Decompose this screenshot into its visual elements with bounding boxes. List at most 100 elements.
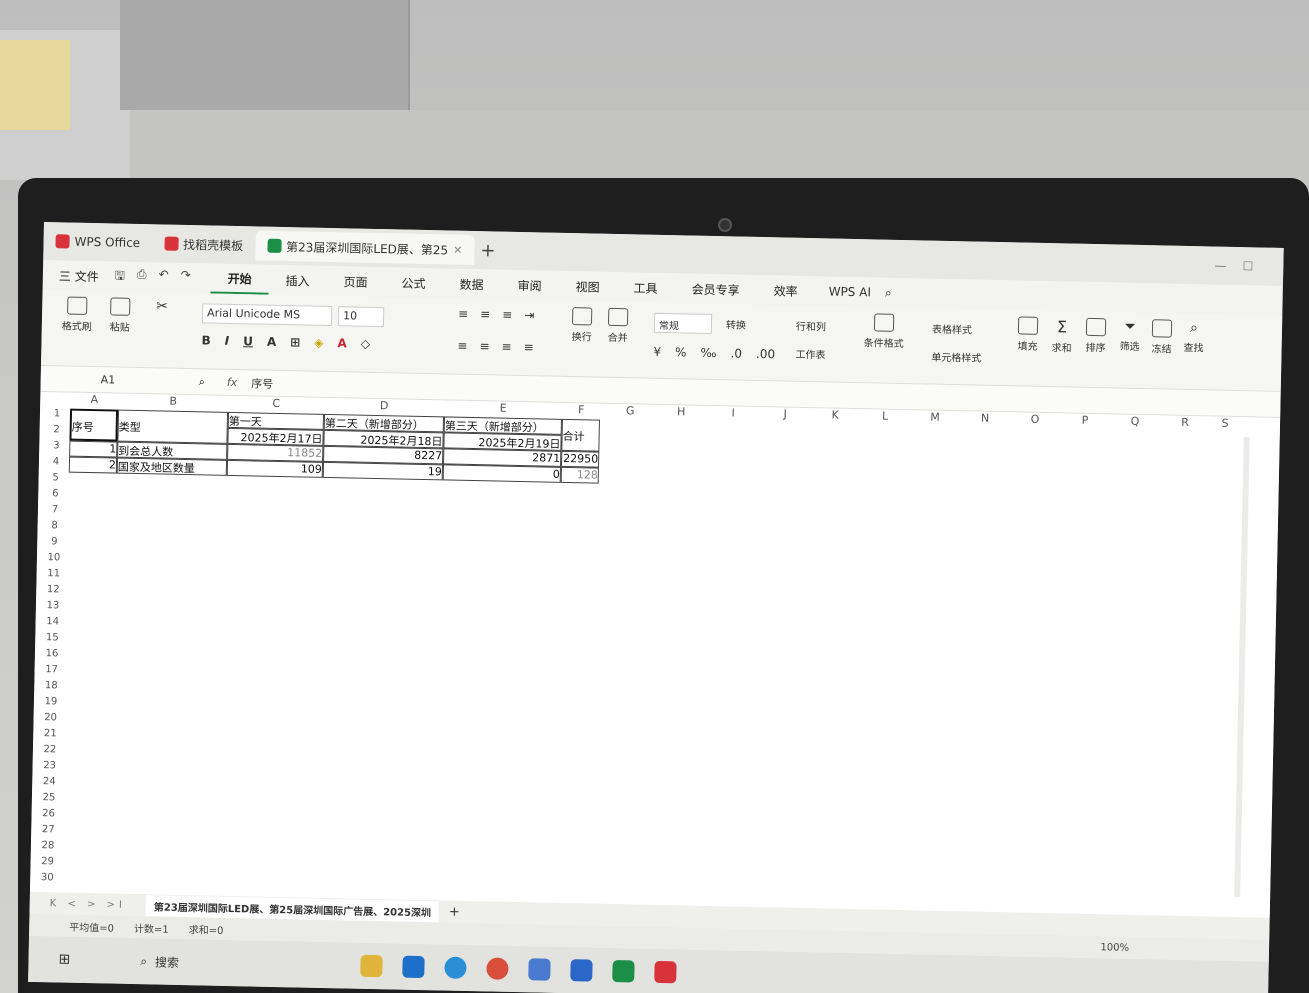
row-header[interactable]: 17 xyxy=(45,664,59,675)
justify-icon[interactable]: ≡ xyxy=(524,340,534,354)
underline-icon[interactable]: U xyxy=(243,334,253,348)
column-header[interactable]: Q xyxy=(1110,414,1160,431)
cell-c2[interactable]: 2025年2月17日 xyxy=(227,427,324,446)
zoom-level[interactable]: 100% xyxy=(1100,942,1269,957)
undo-icon[interactable]: ↶ xyxy=(158,267,168,288)
fill-color-icon[interactable]: ◈ xyxy=(314,336,324,350)
sum-button[interactable]: Σ 求和 xyxy=(1051,317,1072,354)
row-header[interactable]: 6 xyxy=(48,488,62,499)
row-header[interactable]: 27 xyxy=(41,824,55,835)
row-header[interactable]: 16 xyxy=(45,648,59,659)
align-top-icon[interactable]: ≡ xyxy=(458,307,468,321)
row-header[interactable]: 3 xyxy=(49,440,63,451)
align-right-icon[interactable]: ≡ xyxy=(501,340,511,354)
borders-icon[interactable]: ⊞ xyxy=(290,335,300,349)
thousands-icon[interactable]: ‰ xyxy=(700,346,716,360)
cell-style-button[interactable]: 单元格样式 xyxy=(931,349,981,365)
column-header[interactable]: S xyxy=(1210,416,1240,433)
row-header[interactable]: 26 xyxy=(41,808,55,819)
row-header[interactable]: 19 xyxy=(44,696,58,707)
fx-icon[interactable]: fx xyxy=(213,376,252,390)
column-header[interactable]: L xyxy=(860,409,910,426)
find-button[interactable]: ⌕ 查找 xyxy=(1183,320,1204,354)
format-painter-button[interactable]: 格式刷 xyxy=(62,296,93,333)
cell-c4[interactable]: 109 xyxy=(226,459,324,478)
row-header[interactable]: 23 xyxy=(43,760,57,771)
tab-page[interactable]: 页面 xyxy=(326,266,385,297)
cell-a1[interactable]: 序号 xyxy=(69,408,119,442)
decrease-decimal-icon[interactable]: .00 xyxy=(756,347,775,361)
clear-format-icon[interactable]: ◇ xyxy=(361,337,371,351)
row-header[interactable]: 14 xyxy=(46,616,60,627)
tab-formulas[interactable]: 公式 xyxy=(384,267,443,298)
align-left-icon[interactable]: ≡ xyxy=(457,339,467,353)
row-header[interactable]: 28 xyxy=(41,840,55,851)
font-color-icon[interactable]: A xyxy=(337,336,347,350)
align-center-icon[interactable]: ≡ xyxy=(479,339,489,353)
strikethrough-icon[interactable]: A xyxy=(267,335,277,349)
row-header[interactable]: 2 xyxy=(50,424,64,435)
column-header[interactable]: A xyxy=(70,393,118,410)
wrap-button[interactable]: 换行 xyxy=(572,307,593,343)
rows-cols-button[interactable]: 行和列 xyxy=(796,318,826,334)
tab-review[interactable]: 审阅 xyxy=(500,270,559,301)
file-menu[interactable]: 三 文件 xyxy=(43,266,115,285)
column-header[interactable]: R xyxy=(1160,415,1210,432)
cell-b1[interactable]: 类型 xyxy=(117,409,229,444)
cell-e4[interactable]: 0 xyxy=(442,464,561,483)
print-preview-icon[interactable]: ⎙ xyxy=(137,266,147,287)
column-header[interactable]: N xyxy=(960,411,1010,428)
column-header[interactable]: F xyxy=(562,403,600,420)
new-tab-icon[interactable]: + xyxy=(474,240,502,262)
worksheet-button[interactable]: 工作表 xyxy=(795,346,825,362)
formula-input[interactable]: 序号 xyxy=(251,375,273,391)
column-header[interactable]: K xyxy=(810,408,860,425)
cell-a3[interactable]: 1 xyxy=(69,440,118,458)
taskbar-search[interactable]: ⌕ 搜索 xyxy=(140,953,300,973)
close-tab-icon[interactable]: ✕ xyxy=(453,243,462,256)
cut-button[interactable]: ✂ xyxy=(156,298,168,314)
cell-f3[interactable]: 22950 xyxy=(560,450,600,468)
row-header[interactable]: 22 xyxy=(43,744,57,755)
number-format-select[interactable]: 常规 xyxy=(653,312,713,335)
outlook-icon[interactable] xyxy=(401,955,425,979)
cell-a4[interactable]: 2 xyxy=(68,456,118,474)
font-name-select[interactable]: Arial Unicode MS xyxy=(201,303,333,327)
add-sheet-icon[interactable]: + xyxy=(439,904,470,920)
row-header[interactable]: 10 xyxy=(47,552,61,563)
sort-button[interactable]: 排序 xyxy=(1085,317,1107,354)
app-icon[interactable] xyxy=(527,958,551,981)
tab-insert[interactable]: 插入 xyxy=(268,265,327,296)
tab-templates[interactable]: 找稻壳模板 xyxy=(152,228,256,260)
paste-button[interactable]: 粘贴 xyxy=(110,297,131,334)
convert-button[interactable]: 转换 xyxy=(726,316,746,331)
row-header[interactable]: 24 xyxy=(42,776,56,787)
column-header[interactable]: O xyxy=(1010,412,1060,429)
fill-button[interactable]: 填充 xyxy=(1017,316,1039,353)
search-icon[interactable]: ⌕ xyxy=(885,285,892,300)
row-header[interactable]: 7 xyxy=(48,504,62,515)
currency-icon[interactable]: ¥ xyxy=(653,345,661,359)
row-header[interactable]: 18 xyxy=(44,680,58,691)
column-header[interactable]: P xyxy=(1060,413,1110,430)
increase-decimal-icon[interactable]: .0 xyxy=(730,346,742,360)
sheet-navigation[interactable]: K < > >I xyxy=(30,897,146,911)
font-size-select[interactable]: 10 xyxy=(337,306,385,328)
maximize-icon[interactable]: ☐ xyxy=(1242,259,1253,273)
italic-icon[interactable]: I xyxy=(225,334,230,348)
row-header[interactable]: 8 xyxy=(48,520,62,531)
cell-f1[interactable]: 合计 xyxy=(561,418,600,452)
tab-spreadsheet[interactable]: 第23届深圳国际LED展、第25 ✕ xyxy=(254,230,475,266)
column-header[interactable]: J xyxy=(760,407,810,424)
percent-icon[interactable]: % xyxy=(675,345,687,359)
align-bottom-icon[interactable]: ≡ xyxy=(502,308,512,322)
cell-c3[interactable]: 11852 xyxy=(227,443,324,462)
row-header[interactable]: 29 xyxy=(40,856,54,867)
minimize-icon[interactable]: — xyxy=(1214,259,1226,273)
tab-data[interactable]: 数据 xyxy=(442,268,501,299)
row-header[interactable]: 1 xyxy=(50,408,64,419)
row-header[interactable]: 4 xyxy=(49,456,63,467)
zoom-formula-icon[interactable]: ⌕ xyxy=(191,375,213,389)
merge-button[interactable]: 合并 xyxy=(608,307,629,344)
conditional-format-button[interactable]: 条件格式 xyxy=(864,313,905,350)
